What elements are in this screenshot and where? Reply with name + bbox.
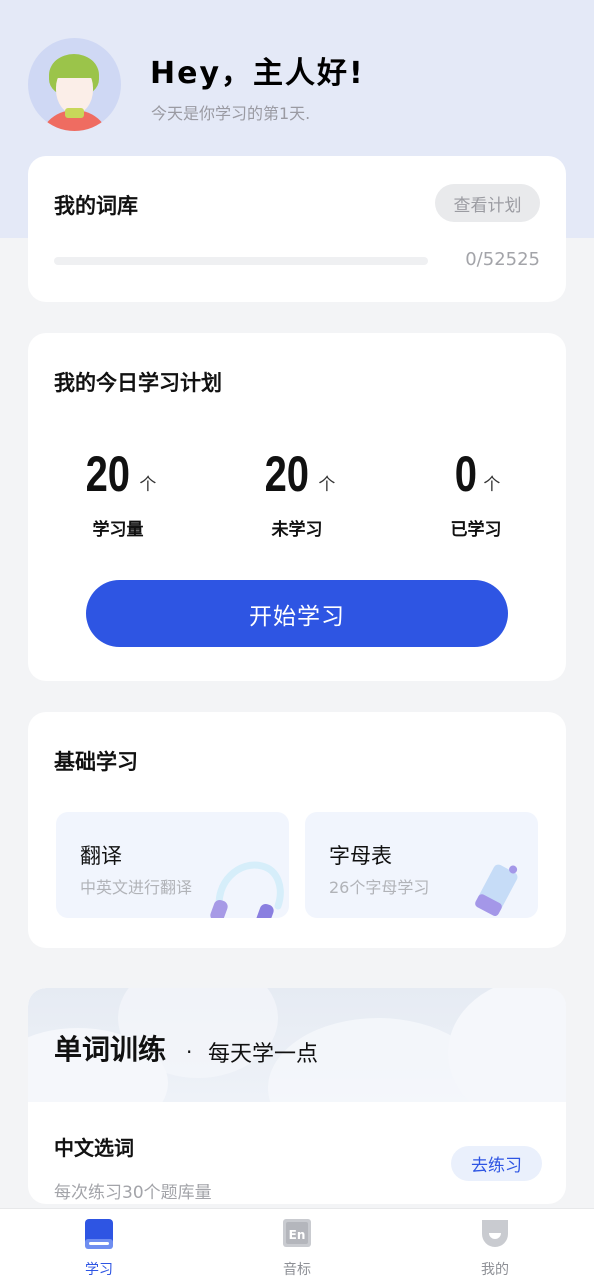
- stat-not-studied: 20 个 未学习: [227, 441, 367, 540]
- avatar-bow: [65, 108, 84, 118]
- stat-label: 未学习: [271, 520, 323, 540]
- stat-study-amount: 20 个 学习量: [48, 441, 188, 540]
- vocab-progress-bar: [54, 257, 428, 265]
- greeting-title: Hey，主人好!: [150, 56, 365, 91]
- view-plan-button[interactable]: 查看计划: [435, 184, 540, 222]
- tile-title: 翻译: [80, 844, 122, 868]
- tab-label: 我的: [481, 1262, 509, 1278]
- eraser-icon: [475, 864, 518, 917]
- tab-phonetics[interactable]: En 音标: [237, 1209, 357, 1280]
- avatar[interactable]: [28, 38, 121, 131]
- vocab-card: 我的词库 查看计划 0/52525: [28, 156, 566, 302]
- stat-value: 20: [85, 446, 130, 502]
- basic-learning-title: 基础学习: [54, 750, 138, 774]
- tile-subtitle: 中英文进行翻译: [80, 878, 193, 897]
- training-header-banner: 单词训练 · 每天学一点: [28, 988, 566, 1102]
- daily-plan-title: 我的今日学习计划: [54, 371, 222, 395]
- stat-label: 学习量: [92, 520, 144, 540]
- stat-studied: 0 个 已学习: [406, 441, 546, 540]
- tab-label: 音标: [283, 1262, 311, 1278]
- tab-study[interactable]: 学习: [39, 1209, 159, 1280]
- tile-translation[interactable]: 翻译 中英文进行翻译: [56, 812, 289, 918]
- basic-learning-card: 基础学习 翻译 中英文进行翻译 字母表 26个字母学习: [28, 712, 566, 948]
- stat-label: 已学习: [450, 520, 502, 540]
- training-title: 单词训练: [54, 1033, 167, 1066]
- profile-icon: [482, 1220, 508, 1247]
- bottom-tab-bar: 学习 En 音标 我的: [0, 1208, 594, 1280]
- tab-mine[interactable]: 我的: [435, 1209, 555, 1280]
- start-learning-button[interactable]: 开始学习: [86, 580, 508, 647]
- word-training-card: 单词训练 · 每天学一点 中文选词 每次练习30个题库量 去练习: [28, 988, 566, 1204]
- greeting-subtitle: 今天是你学习的第1天.: [151, 104, 311, 123]
- stat-value: 0: [454, 446, 477, 502]
- training-subtitle: 每天学一点: [208, 1042, 319, 1067]
- tile-title: 字母表: [329, 844, 392, 868]
- daily-plan-card: 我的今日学习计划 20 个 学习量 20 个 未学习 0 个 已学习 开始学习: [28, 333, 566, 681]
- go-practice-button[interactable]: 去练习: [451, 1146, 542, 1181]
- avatar-hair-top: [50, 56, 98, 78]
- tab-label: 学习: [85, 1262, 113, 1278]
- training-separator: ·: [186, 1040, 193, 1064]
- svg-text:En: En: [289, 1228, 306, 1242]
- en-phonetic-icon: En: [283, 1219, 311, 1247]
- stat-unit: 个: [483, 475, 501, 495]
- tile-alphabet[interactable]: 字母表 26个字母学习: [305, 812, 538, 918]
- stat-value: 20: [264, 446, 309, 502]
- vocab-progress-text: 0/52525: [465, 249, 540, 270]
- stat-unit: 个: [139, 475, 157, 495]
- exercise-title: 中文选词: [54, 1136, 134, 1160]
- vocab-title: 我的词库: [54, 194, 138, 218]
- headphones-icon: [210, 861, 284, 918]
- book-icon: [85, 1219, 113, 1249]
- stat-unit: 个: [318, 475, 336, 495]
- exercise-subtitle: 每次练习30个题库量: [54, 1183, 212, 1203]
- tile-subtitle: 26个字母学习: [329, 878, 430, 897]
